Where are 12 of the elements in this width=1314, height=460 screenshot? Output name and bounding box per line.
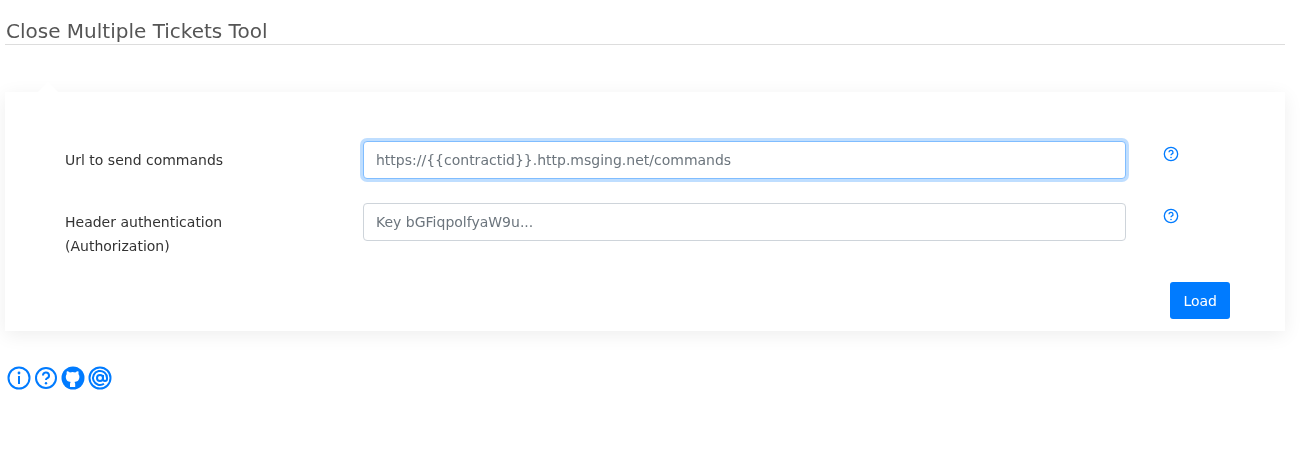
input-field[interactable]: Key bGFiqpolfyaW9u... [363, 203, 1126, 241]
github-icon[interactable] [61, 366, 85, 390]
help-icon[interactable] [1163, 146, 1179, 162]
field-label: Url to send commands [65, 151, 225, 170]
page-title: Close Multiple Tickets Tool [5, 18, 269, 44]
input-field[interactable]: https://{{contractid}}.http.msging.net/commands [363, 141, 1126, 179]
help-icon[interactable] [34, 366, 58, 390]
info-icon[interactable] [7, 366, 31, 390]
load-button[interactable]: Load [1170, 282, 1230, 319]
help-icon[interactable] [1163, 208, 1179, 224]
field-label: Header authentication (Authorization) [65, 213, 224, 256]
at-sign-icon[interactable] [88, 366, 112, 390]
